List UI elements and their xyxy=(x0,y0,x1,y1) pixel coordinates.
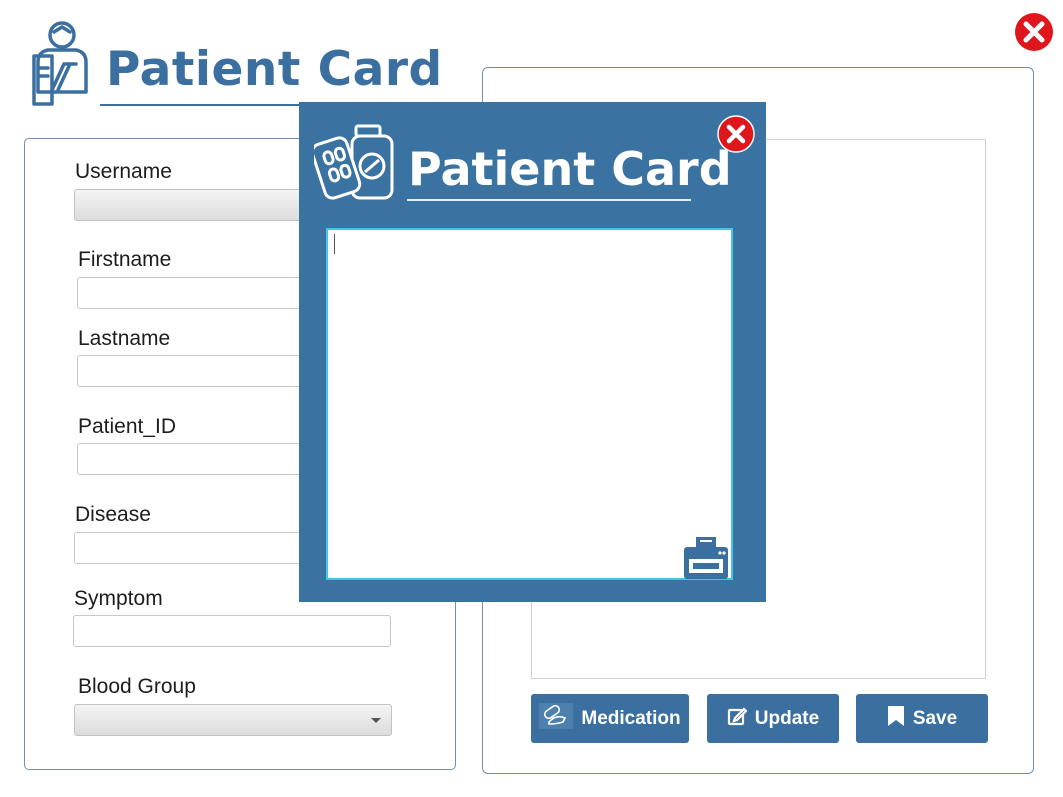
printer-icon[interactable] xyxy=(682,535,730,579)
bookmark-icon xyxy=(887,705,905,733)
patient-id-field[interactable] xyxy=(77,443,317,475)
update-label: Update xyxy=(754,707,820,729)
update-button[interactable]: Update xyxy=(707,694,839,743)
patient-card-textarea[interactable] xyxy=(326,228,733,580)
chevron-down-icon xyxy=(371,718,381,723)
dialog-title-underline xyxy=(407,199,691,201)
blood-group-select[interactable] xyxy=(74,704,392,736)
firstname-label: Firstname xyxy=(78,248,172,271)
disease-field[interactable] xyxy=(74,532,314,564)
edit-icon xyxy=(727,706,748,732)
doctor-clipboard-icon xyxy=(32,20,94,108)
username-label: Username xyxy=(75,160,172,183)
username-field[interactable] xyxy=(74,189,314,221)
disease-label: Disease xyxy=(75,503,151,526)
close-icon[interactable] xyxy=(717,115,755,153)
save-button[interactable]: Save xyxy=(856,694,988,743)
medication-label: Medication xyxy=(581,707,681,729)
pills-icon xyxy=(539,702,574,735)
medicine-bottle-icon xyxy=(310,120,396,202)
text-caret xyxy=(334,234,335,254)
save-label: Save xyxy=(912,707,958,729)
dialog-title: Patient Card xyxy=(408,142,732,196)
lastname-label: Lastname xyxy=(78,327,171,350)
close-icon[interactable] xyxy=(1014,12,1054,52)
symptom-field[interactable] xyxy=(73,615,391,647)
blood-group-label: Blood Group xyxy=(78,675,196,698)
medication-button[interactable]: Medication xyxy=(531,694,689,743)
patient-id-label: Patient_ID xyxy=(78,415,177,438)
symptom-label: Symptom xyxy=(74,587,163,610)
lastname-field[interactable] xyxy=(77,355,317,387)
page-title: Patient Card xyxy=(106,42,443,97)
firstname-field[interactable] xyxy=(77,277,317,309)
